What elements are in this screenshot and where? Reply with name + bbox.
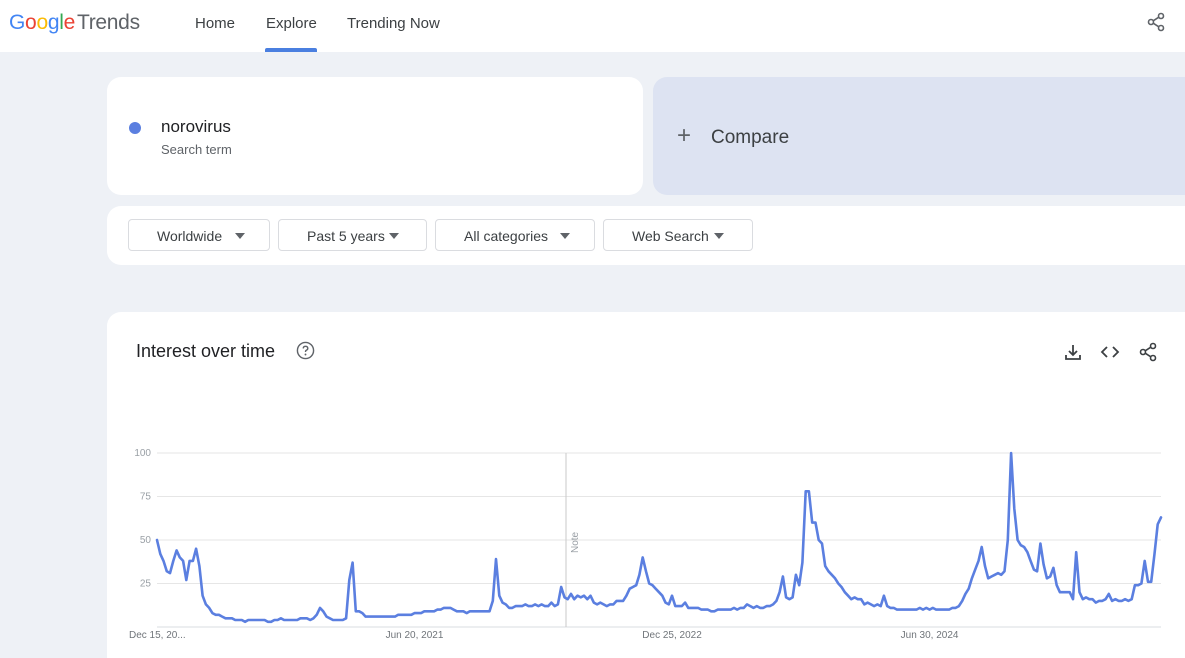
x-tick-label: Dec 15, 20... — [129, 630, 186, 641]
x-axis-ticks: Dec 15, 20... Jun 20, 2021 Dec 25, 2022 Jun… — [129, 630, 959, 641]
interest-over-time-chart[interactable]: 25 50 75 100 Dec 15, 20... Jun 20, 2021 Dec 2… — [0, 0, 1185, 658]
norovirus-series-line — [155, 451, 1163, 624]
y-tick-label: 25 — [140, 579, 152, 590]
y-tick-label: 75 — [140, 492, 152, 503]
y-tick-label: 100 — [134, 448, 151, 459]
note-label: Note — [570, 531, 581, 553]
x-tick-label: Jun 20, 2021 — [386, 630, 444, 641]
y-tick-label: 50 — [140, 535, 152, 546]
chart-series — [155, 451, 1163, 624]
x-tick-label: Jun 30, 2024 — [901, 630, 959, 641]
y-axis-ticks: 25 50 75 100 — [134, 448, 151, 590]
x-tick-label: Dec 25, 2022 — [642, 630, 702, 641]
